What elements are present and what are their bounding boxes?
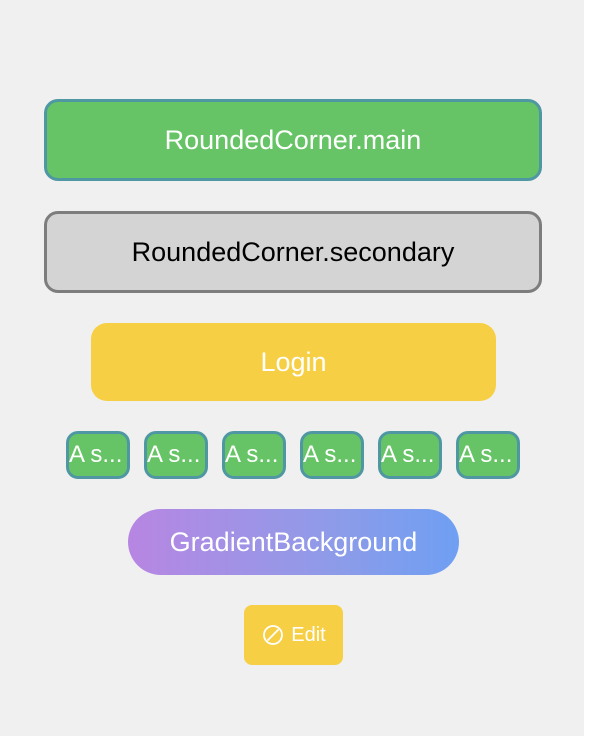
small-button-label: A s... [147,441,201,468]
small-button-label: A s... [225,441,279,468]
rounded-corner-main-button[interactable]: RoundedCorner.main [44,99,542,181]
small-button-4[interactable]: A s... [300,431,364,479]
small-button-label: A s... [381,441,435,468]
gradient-background-button[interactable]: GradientBackground [128,509,459,575]
rounded-corner-main-label: RoundedCorner.main [164,124,422,155]
small-button-6[interactable]: A s... [456,431,520,479]
small-button-row: A s... A s... A s... A s... A s... A s..… [0,431,584,479]
small-button-1[interactable]: A s... [66,431,130,479]
edit-label: Edit [291,623,326,646]
small-button-2[interactable]: A s... [144,431,208,479]
gradient-background-label: GradientBackground [169,526,418,557]
rounded-corner-secondary-label: RoundedCorner.secondary [131,236,455,267]
small-button-label: A s... [459,441,513,468]
app-screen: RoundedCorner.main RoundedCorner.seconda… [0,0,584,736]
small-button-3[interactable]: A s... [222,431,286,479]
small-button-label: A s... [69,441,123,468]
slash-circle-icon [261,623,285,647]
login-label: Login [260,346,327,377]
login-button[interactable]: Login [91,323,496,401]
window-edge [584,0,590,736]
small-button-label: A s... [303,441,357,468]
edit-button[interactable]: Edit [244,605,343,665]
rounded-corner-secondary-button[interactable]: RoundedCorner.secondary [44,211,542,293]
small-button-5[interactable]: A s... [378,431,442,479]
